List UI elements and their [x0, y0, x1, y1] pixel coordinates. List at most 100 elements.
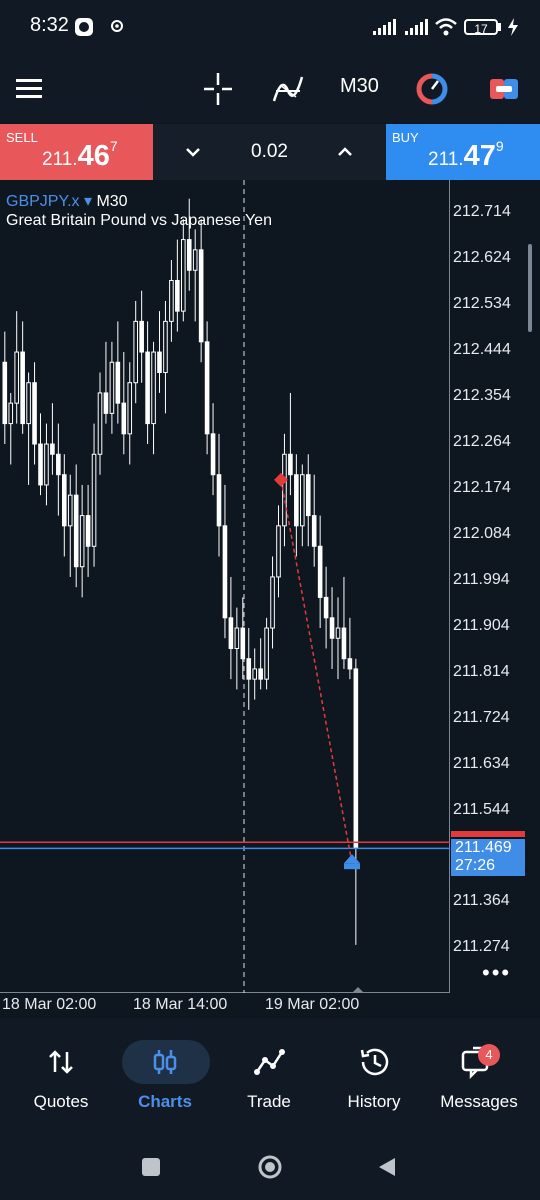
candle-body [79, 515, 85, 568]
nav-messages[interactable]: Messages [425, 1018, 533, 1130]
status-time: 8:32 [30, 14, 69, 36]
candle-body [264, 627, 269, 680]
sell-label: SELL [6, 130, 38, 145]
candle-body [192, 249, 198, 271]
candle-body [115, 361, 121, 404]
history-clock-icon [360, 1048, 389, 1076]
status-bar: 8:32 17 [0, 0, 540, 55]
nav-label: Quotes [33, 1092, 89, 1111]
trade-connector-line [280, 479, 353, 864]
nav-trade[interactable]: Trade [215, 1018, 323, 1130]
nav-history[interactable]: History [320, 1018, 428, 1130]
quotes-arrows-icon [49, 1050, 73, 1074]
price-label: 212.084 [453, 525, 511, 542]
candle-body [26, 382, 31, 425]
timeframe-button[interactable]: M30 [340, 75, 379, 98]
price-label: 212.444 [453, 341, 511, 358]
more-options-icon[interactable]: ••• [482, 960, 511, 986]
price-label: 212.354 [453, 387, 511, 404]
signal-icon-1 [373, 19, 396, 35]
time-axis-marker-icon [352, 987, 364, 993]
candle-body [8, 402, 14, 425]
trade-toggle-icon[interactable] [482, 69, 526, 109]
back-icon[interactable] [377, 1156, 397, 1178]
nav-label: Charts [138, 1092, 192, 1111]
candle-body [50, 443, 55, 455]
nav-quotes[interactable]: Quotes [7, 1018, 115, 1130]
candle-body [252, 668, 257, 680]
trade-line-icon [254, 1049, 285, 1075]
sell-button[interactable]: SELL 211.467 [0, 124, 153, 180]
crosshair-icon[interactable] [196, 69, 240, 109]
candlestick-chart[interactable] [0, 180, 450, 993]
bar-countdown: 27:26 [455, 857, 496, 874]
lot-size-control: 0.02 [153, 124, 386, 180]
price-label: 212.534 [453, 295, 511, 312]
candle-body [186, 239, 192, 271]
candle-body [139, 320, 144, 353]
candle-body [181, 239, 186, 312]
battery-tip [498, 23, 501, 31]
candle-body [335, 627, 341, 639]
candle-body [317, 545, 323, 598]
candle-body [353, 668, 359, 849]
candle-body [294, 474, 299, 527]
candle-body [300, 474, 305, 527]
price-label: 211.544 [453, 801, 510, 818]
chart-toolbar: M30 [0, 55, 540, 123]
chart-symbol[interactable]: GBPJPY.x ▾ M30 [6, 191, 128, 211]
buy-label: BUY [392, 130, 419, 145]
indicators-icon[interactable] [268, 69, 312, 109]
price-label: 212.624 [453, 249, 511, 266]
candle-body [258, 668, 263, 680]
candle-body [73, 494, 79, 568]
candle-body [288, 453, 293, 476]
price-label: 212.714 [453, 203, 511, 220]
price-axis-scrollbar[interactable] [528, 244, 532, 332]
candle-body [145, 351, 150, 425]
battery-icon: 17 [464, 19, 498, 36]
current-price-label: 211.469 27:26 [451, 831, 525, 876]
candle-body [276, 525, 281, 578]
candle-body [222, 525, 228, 619]
candle-body [97, 392, 103, 455]
candle-body [14, 351, 19, 404]
candle-body [305, 474, 311, 517]
candle-body [198, 249, 204, 343]
candle-body [204, 341, 210, 435]
settings-gear-icon [111, 20, 123, 32]
candle-body [109, 361, 115, 414]
candle-body [169, 279, 174, 322]
nav-label: Messages [440, 1092, 518, 1111]
home-icon[interactable] [257, 1154, 283, 1180]
candle-body [121, 402, 127, 435]
buy-button[interactable]: BUY 211.479 [386, 124, 540, 180]
candle-body [85, 515, 91, 547]
candle-body [341, 627, 347, 660]
candle-body [127, 382, 133, 435]
buy-price: 211.479 [428, 138, 504, 172]
app-notification-icon [75, 18, 93, 36]
candle-body [234, 627, 240, 649]
candle-body [270, 576, 275, 629]
candle-body [246, 658, 252, 680]
candle-body [347, 658, 353, 670]
current-price-value: 211.469 [455, 839, 512, 856]
time-label: 18 Mar 14:00 [133, 996, 228, 1013]
price-label: 211.364 [453, 892, 510, 909]
time-label: 19 Mar 02:00 [265, 996, 360, 1013]
candle-body [210, 433, 216, 476]
price-label: 211.904 [453, 617, 510, 634]
price-label: 212.174 [453, 479, 511, 496]
increase-lot-icon[interactable] [335, 142, 355, 162]
recent-apps-icon[interactable] [142, 1158, 160, 1176]
nav-charts[interactable]: Charts [111, 1018, 219, 1130]
candle-body [62, 474, 67, 527]
price-label: 212.264 [453, 433, 511, 450]
menu-icon[interactable] [10, 69, 54, 109]
candle-body [32, 382, 37, 445]
price-label: 211.724 [453, 709, 510, 726]
chart-description: Great Britain Pound vs Japanese Yen [6, 212, 272, 229]
candle-body [175, 279, 180, 312]
objects-icon[interactable] [410, 69, 454, 109]
